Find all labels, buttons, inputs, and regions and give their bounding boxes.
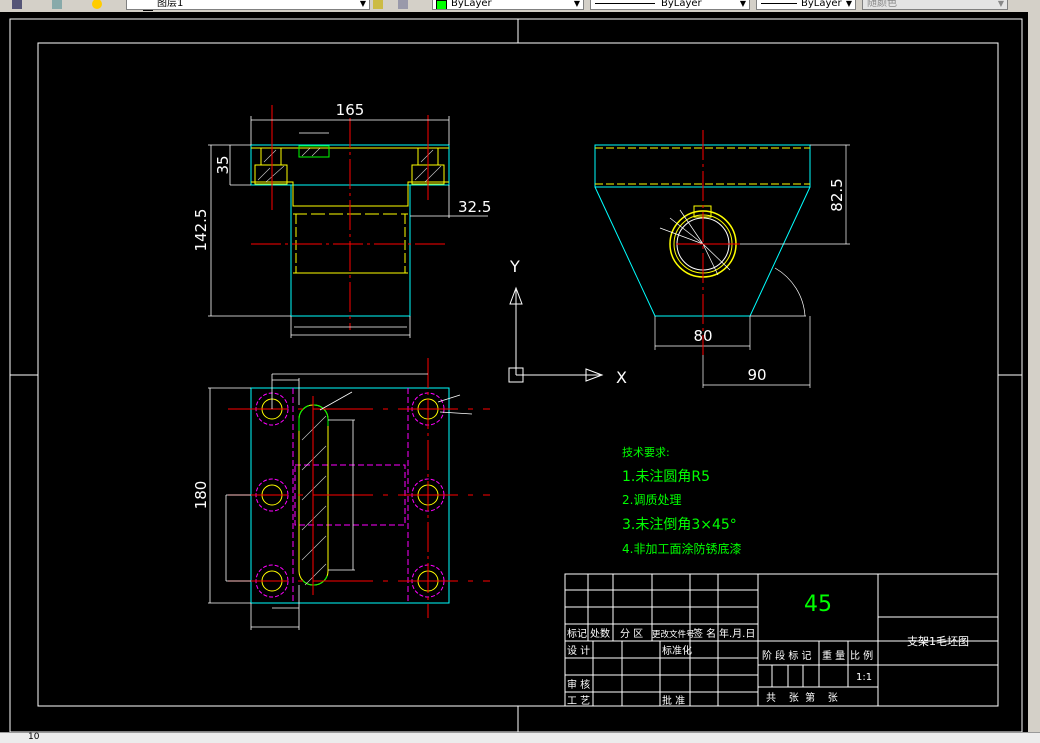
layer-name: 图层1 — [157, 0, 184, 9]
vertical-scrollbar[interactable] — [1028, 12, 1040, 732]
tb-date: 年.月.日 — [719, 627, 755, 640]
tb-mark: 标记 — [567, 628, 587, 640]
tb-drawing-name: 支架1毛坯图 — [907, 635, 969, 648]
tb-signature: 签 名 — [693, 627, 716, 640]
tb-count: 处数 — [590, 627, 610, 640]
tb-material: 45 — [804, 592, 832, 617]
dim-width: 165 — [336, 101, 365, 119]
tech-req-item: 3.未注倒角3×45° — [622, 517, 737, 533]
color-dropdown[interactable]: ByLayer ▼ — [432, 0, 584, 10]
layer-dropdown[interactable]: 图层1 ▼ — [126, 0, 370, 10]
tb-change-doc: 更改文件号 — [652, 629, 695, 640]
tb-standardize: 标准化 — [662, 644, 692, 657]
ucs-y-label: Y — [509, 257, 520, 276]
chevron-down-icon: ▼ — [573, 0, 580, 8]
chevron-down-icon: ▼ — [359, 0, 366, 8]
linetype-dropdown[interactable]: ByLayer ▼ — [590, 0, 750, 10]
tb-sheets: 共 张 第 张 — [766, 691, 838, 704]
dim-offset: 90 — [747, 366, 766, 384]
lineweight-value: ByLayer — [801, 0, 842, 9]
status-bar: 10 — [0, 732, 1040, 743]
tb-ratio: 比 例 — [850, 649, 873, 662]
chevron-down-icon: ▼ — [845, 0, 852, 8]
color-swatch-icon — [436, 0, 447, 9]
linetype-preview — [595, 3, 655, 4]
lineweight-dropdown[interactable]: ByLayer ▼ — [756, 0, 856, 10]
plotstyle-dropdown[interactable]: 随颜色 ▼ — [862, 0, 1008, 10]
layer-states-icon[interactable] — [52, 0, 62, 9]
layer-on-icon[interactable] — [92, 0, 102, 9]
dim-step: 32.5 — [458, 198, 491, 216]
tech-req-title: 技术要求: — [622, 446, 670, 459]
tb-zone: 分 区 — [620, 628, 643, 640]
lineweight-preview — [761, 3, 797, 4]
tb-approve: 批 准 — [662, 694, 685, 707]
tb-process: 工 艺 — [567, 695, 590, 707]
chevron-down-icon: ▼ — [739, 0, 746, 8]
dim-bottom: 80 — [693, 327, 712, 345]
dim-flange: 35 — [214, 155, 232, 174]
linetype-value: ByLayer — [661, 0, 702, 9]
layer-previous-icon[interactable] — [398, 0, 408, 9]
chevron-down-icon: ▼ — [997, 0, 1004, 8]
tech-req-item: 4.非加工面涂防锈底漆 — [622, 541, 741, 556]
tb-scale: 1:1 — [856, 672, 872, 683]
dim-plan-height: 180 — [192, 481, 210, 510]
tech-req-item: 1.未注圆角R5 — [622, 469, 710, 485]
tb-stage-mark: 阶 段 标 记 — [762, 649, 812, 662]
tb-design: 设 计 — [567, 644, 590, 657]
dim-height: 142.5 — [192, 209, 210, 252]
dim-side-height: 82.5 — [828, 178, 846, 211]
color-value: ByLayer — [451, 0, 492, 9]
plotstyle-value: 随颜色 — [867, 0, 897, 9]
tb-review: 审 核 — [567, 678, 590, 691]
layer-manager-icon[interactable] — [12, 0, 22, 9]
drawing-canvas[interactable]: 165 142.5 35 32.5 82.5 80 90 Y X 180 技术要… — [0, 12, 1028, 732]
make-current-layer-icon[interactable] — [373, 0, 383, 9]
ucs-x-label: X — [616, 368, 627, 387]
tech-req-item: 2.调质处理 — [622, 493, 681, 507]
coordinate-readout: 10 — [28, 732, 40, 742]
tb-weight: 重 量 — [822, 649, 845, 662]
